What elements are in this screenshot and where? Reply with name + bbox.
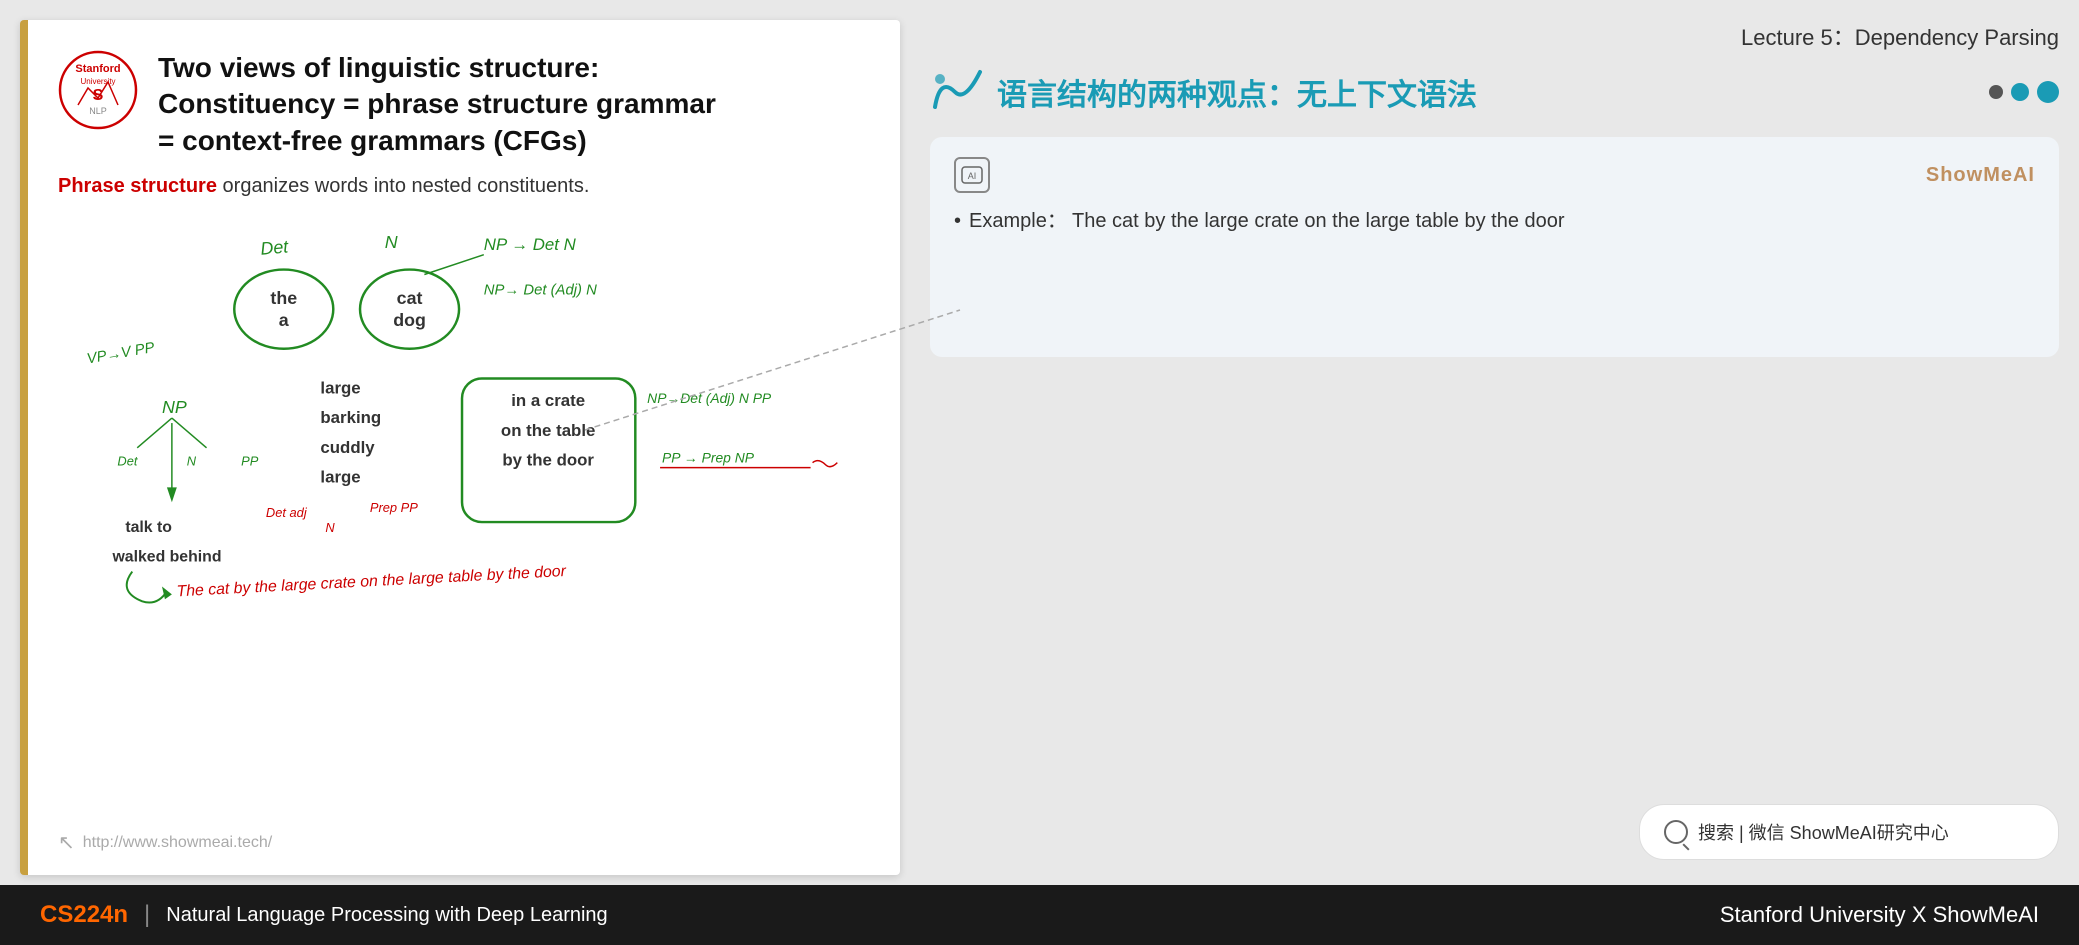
showmeai-brand: ShowMeAI [1926, 164, 2035, 187]
svg-text:S: S [93, 87, 104, 104]
svg-text:cuddly: cuddly [320, 438, 375, 457]
svg-text:on the table: on the table [501, 421, 595, 440]
phrase-structure-line: Phrase structure organizes words into ne… [58, 175, 870, 198]
svg-text:large: large [320, 468, 360, 487]
svg-text:VP→V PP: VP→V PP [86, 340, 156, 368]
svg-text:in a crate: in a crate [511, 391, 585, 410]
slide-url: http://www.showmeai.tech/ [83, 834, 272, 852]
tree-svg: Det N the a cat dog NP [58, 218, 870, 638]
svg-text:PP: PP [241, 454, 259, 469]
dots-container [1989, 81, 2059, 103]
lecture-title: Lecture 5：Dependency Parsing [930, 10, 2059, 67]
slide-title: Two views of linguistic structure: Const… [158, 50, 716, 159]
right-panel: Lecture 5：Dependency Parsing 语言结构的两种观点：无… [920, 0, 2079, 885]
chinese-title-text: 语言结构的两种观点：无上下文语法 [997, 70, 1477, 114]
bullet-symbol: • [954, 205, 961, 237]
svg-text:talk to: talk to [125, 519, 172, 536]
ai-icon: AI [954, 157, 990, 193]
dot-3 [2037, 81, 2059, 103]
svg-text:NP→Det (Adj) N PP: NP→Det (Adj) N PP [647, 390, 772, 406]
bottom-bar: CS224n | Natural Language Processing wit… [0, 885, 2079, 945]
svg-text:N: N [385, 232, 398, 252]
x-separator: X [1912, 902, 1933, 927]
svg-text:barking: barking [320, 408, 381, 427]
svg-text:The cat by the large crate: The cat by the large crate on the large … [176, 563, 567, 600]
svg-text:walked behind: walked behind [111, 549, 221, 566]
university-text: Stanford University [1720, 902, 1906, 927]
search-text: 搜索 | 微信 ShowMeAI研究中心 [1698, 819, 1949, 845]
svg-text:N: N [325, 520, 335, 535]
spacer [930, 377, 2059, 804]
info-card-content: • Example： The cat by the large crate on… [954, 205, 2035, 237]
info-card: AI ShowMeAI • Example： The cat by the la… [930, 137, 2059, 357]
footer-icon: ↖ [58, 830, 75, 855]
main-container: Stanford University S NLP Two views of l… [0, 0, 2079, 945]
dot-2 [2011, 83, 2029, 101]
slide-panel: Stanford University S NLP Two views of l… [20, 20, 900, 875]
bottom-right: Stanford University X ShowMeAI [1720, 902, 2039, 928]
chinese-title-bar: 语言结构的两种观点：无上下文语法 [930, 67, 2059, 117]
tree-diagram: Det N the a cat dog NP [58, 218, 870, 638]
svg-text:NP→ Det (Adj) N: NP→ Det (Adj) N [484, 282, 597, 298]
svg-text:Det adj: Det adj [266, 505, 308, 520]
separator: | [144, 901, 150, 929]
svg-text:University: University [80, 77, 115, 86]
course-title: Natural Language Processing with Deep Le… [166, 904, 607, 927]
svg-text:NP: NP [162, 397, 187, 417]
svg-text:large: large [320, 379, 360, 398]
svg-text:AI: AI [968, 171, 977, 181]
bottom-left: CS224n | Natural Language Processing wit… [40, 901, 608, 929]
svg-text:by the door: by the door [502, 451, 594, 470]
search-bar[interactable]: 搜索 | 微信 ShowMeAI研究中心 [1639, 804, 2059, 860]
svg-text:a: a [279, 310, 290, 330]
svg-text:dog: dog [393, 310, 426, 330]
slide-footer: ↖ http://www.showmeai.tech/ [58, 830, 272, 855]
info-card-header: AI ShowMeAI [954, 157, 2035, 193]
svg-text:PP → Prep NP: PP → Prep NP [662, 450, 755, 466]
svg-text:NP → Det N: NP → Det N [484, 235, 577, 254]
svg-text:NLP: NLP [89, 106, 107, 116]
cs224n-label: CS224n [40, 901, 128, 929]
content-area: Stanford University S NLP Two views of l… [0, 0, 2079, 885]
search-icon [1664, 820, 1688, 844]
svg-text:cat: cat [397, 288, 423, 308]
svg-text:Stanford: Stanford [75, 63, 120, 75]
svg-text:Det: Det [260, 236, 290, 258]
svg-text:N: N [187, 454, 197, 469]
svg-text:the: the [270, 288, 297, 308]
stanford-nlp-logo: Stanford University S NLP [58, 50, 138, 130]
slide-header: Stanford University S NLP Two views of l… [58, 50, 870, 159]
bullet-point: • Example： The cat by the large crate on… [954, 205, 2035, 237]
example-text: Example： The cat by the large crate on t… [969, 205, 1565, 237]
brand-text: ShowMeAI [1933, 902, 2039, 927]
svg-text:Prep PP: Prep PP [370, 500, 418, 515]
wave-icon [930, 67, 985, 117]
dot-1 [1989, 85, 2003, 99]
svg-text:Det: Det [117, 454, 138, 469]
